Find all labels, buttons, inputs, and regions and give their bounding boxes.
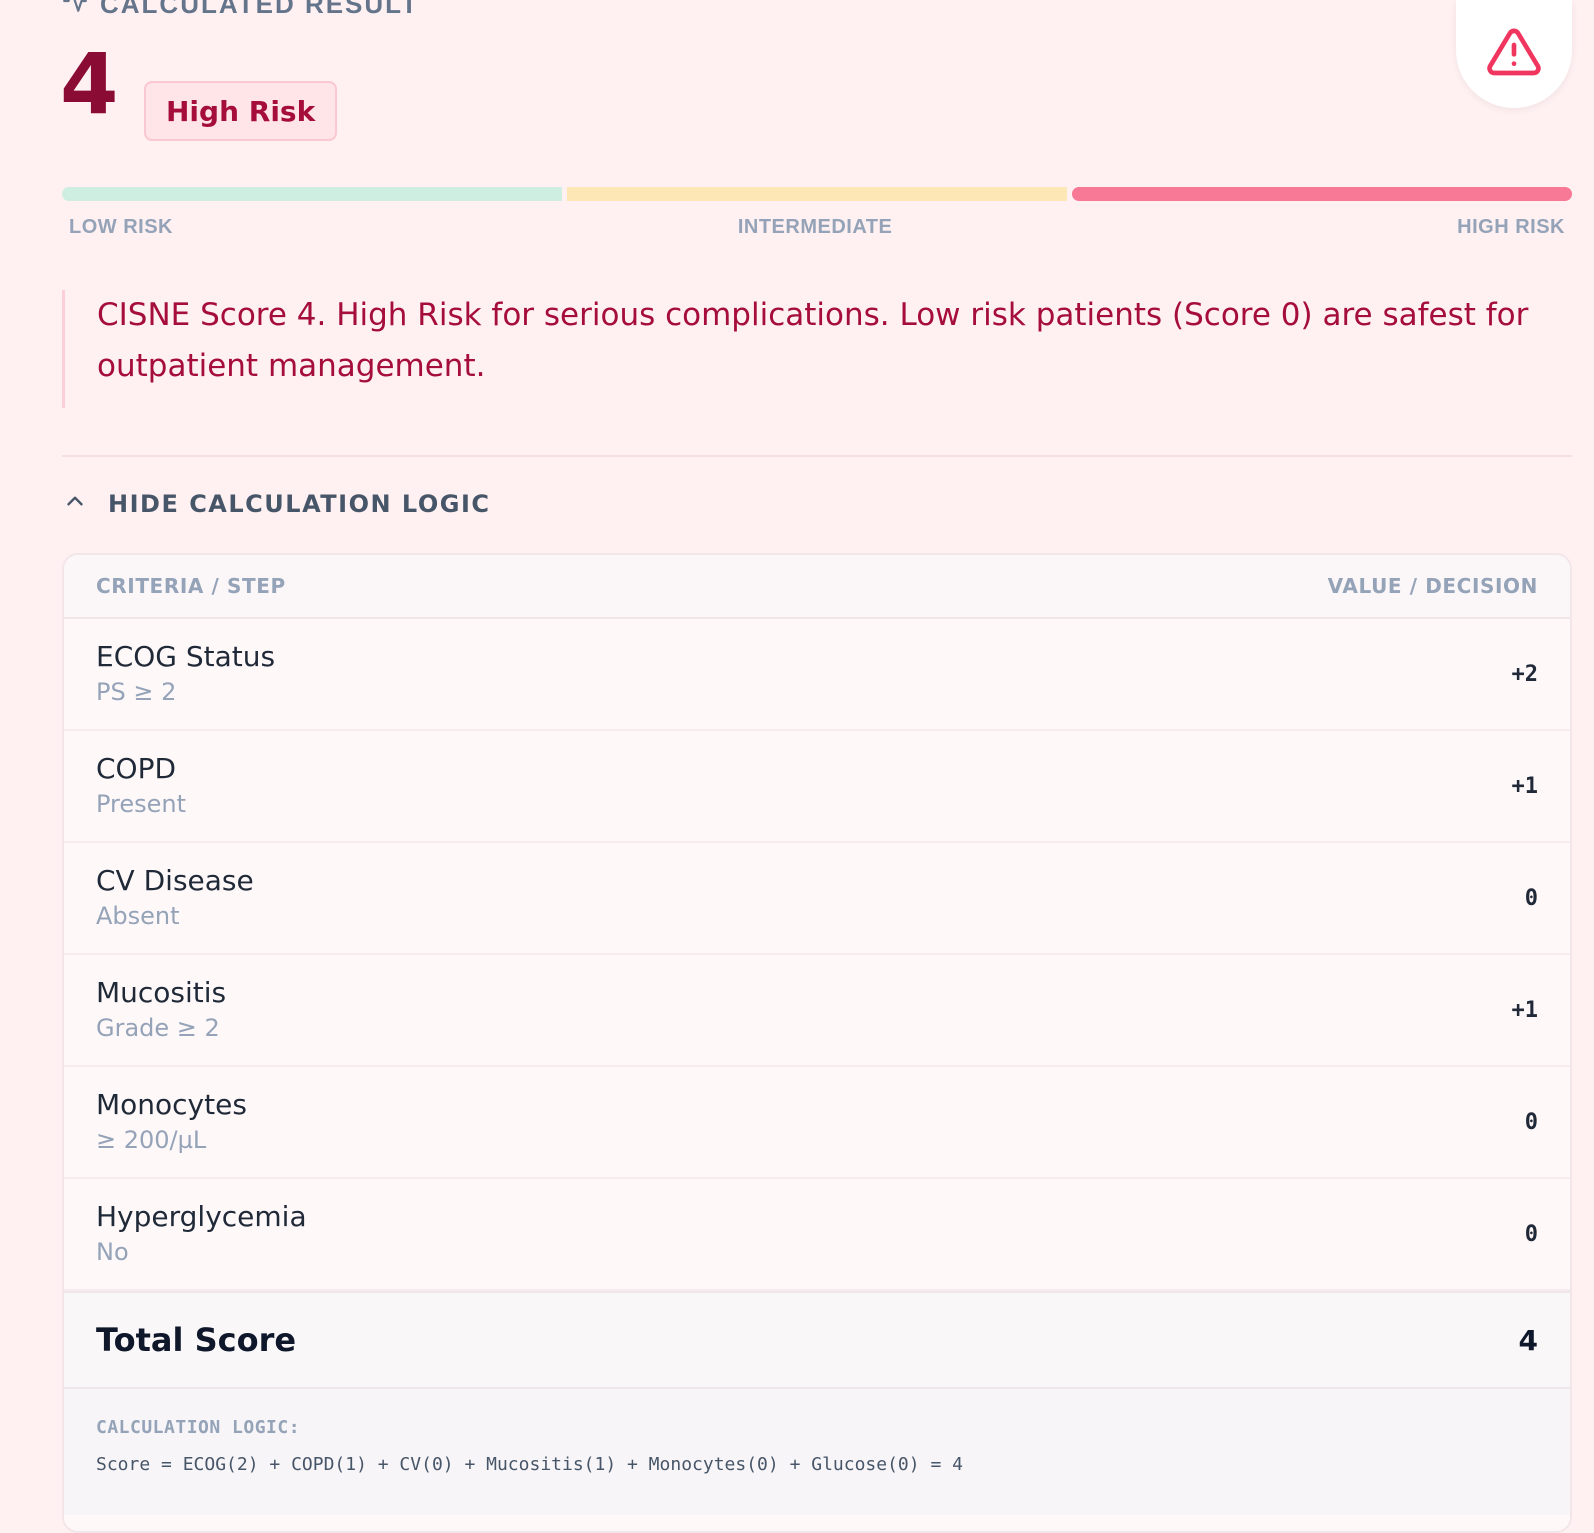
result-label: CALCULATED RESULT bbox=[62, 0, 419, 21]
chevron-up-icon bbox=[62, 488, 88, 520]
criteria-name: Mucositis bbox=[96, 976, 227, 1009]
criteria-detail: Grade ≥ 2 bbox=[96, 1014, 220, 1042]
risk-label-intermediate: INTERMEDIATE bbox=[737, 216, 893, 238]
total-score-value: 4 bbox=[1518, 1323, 1538, 1357]
alert-badge bbox=[1456, 0, 1572, 108]
warning-triangle-icon bbox=[1484, 24, 1544, 84]
criteria-name: COPD bbox=[96, 752, 177, 785]
criteria-name: Hyperglycemia bbox=[96, 1200, 307, 1233]
calculation-table: CRITERIA / STEP VALUE / DECISION ECOG St… bbox=[62, 553, 1572, 1533]
criteria-detail: Absent bbox=[96, 902, 180, 930]
table-header: CRITERIA / STEP VALUE / DECISION bbox=[64, 555, 1570, 619]
criteria-detail: Present bbox=[96, 790, 187, 818]
risk-label-low: LOW RISK bbox=[69, 216, 173, 238]
risk-segment-intermediate bbox=[567, 187, 1067, 201]
risk-segment-high bbox=[1072, 187, 1572, 201]
criteria-value: 0 bbox=[1524, 1221, 1538, 1247]
table-row: Monocytes ≥ 200/µL 0 bbox=[64, 1067, 1570, 1179]
table-row: COPD Present +1 bbox=[64, 731, 1570, 843]
calculation-formula: Score = ECOG(2) + COPD(1) + CV(0) + Muco… bbox=[96, 1454, 963, 1475]
criteria-value: 0 bbox=[1524, 885, 1538, 911]
score-value: 4 bbox=[60, 35, 119, 133]
criteria-detail: No bbox=[96, 1238, 129, 1266]
risk-scale-bar bbox=[62, 187, 1572, 201]
column-header-criteria: CRITERIA / STEP bbox=[96, 574, 286, 598]
risk-scale-labels: LOW RISK INTERMEDIATE HIGH RISK bbox=[62, 216, 1572, 239]
criteria-name: Monocytes bbox=[96, 1088, 247, 1121]
criteria-name: CV Disease bbox=[96, 864, 254, 897]
interpretation-text: CISNE Score 4. High Risk for serious com… bbox=[62, 290, 1552, 408]
criteria-value: +1 bbox=[1511, 997, 1539, 1023]
table-row: Hyperglycemia No 0 bbox=[64, 1179, 1570, 1291]
column-header-value: VALUE / DECISION bbox=[1327, 574, 1538, 598]
result-label-text: CALCULATED RESULT bbox=[100, 0, 420, 19]
risk-segment-low bbox=[62, 187, 562, 201]
calculation-logic-heading: CALCULATION LOGIC: bbox=[96, 1417, 301, 1438]
criteria-name: ECOG Status bbox=[96, 640, 276, 673]
section-divider bbox=[62, 455, 1572, 457]
table-row: ECOG Status PS ≥ 2 +2 bbox=[64, 619, 1570, 731]
criteria-detail: ≥ 200/µL bbox=[96, 1126, 207, 1154]
table-row: Mucositis Grade ≥ 2 +1 bbox=[64, 955, 1570, 1067]
calculation-logic-box: CALCULATION LOGIC: Score = ECOG(2) + COP… bbox=[64, 1389, 1570, 1515]
criteria-value: +1 bbox=[1511, 773, 1539, 799]
total-score-row: Total Score 4 bbox=[64, 1291, 1570, 1389]
table-row: CV Disease Absent 0 bbox=[64, 843, 1570, 955]
risk-badge: High Risk bbox=[144, 81, 338, 141]
total-score-label: Total Score bbox=[96, 1321, 297, 1359]
risk-label-high: HIGH RISK bbox=[1457, 216, 1565, 238]
activity-icon bbox=[62, 0, 88, 21]
criteria-detail: PS ≥ 2 bbox=[96, 678, 177, 706]
logic-toggle-label: HIDE CALCULATION LOGIC bbox=[108, 490, 491, 518]
criteria-value: 0 bbox=[1524, 1109, 1538, 1135]
hide-calculation-logic-button[interactable]: HIDE CALCULATION LOGIC bbox=[62, 488, 491, 520]
criteria-value: +2 bbox=[1511, 661, 1539, 687]
